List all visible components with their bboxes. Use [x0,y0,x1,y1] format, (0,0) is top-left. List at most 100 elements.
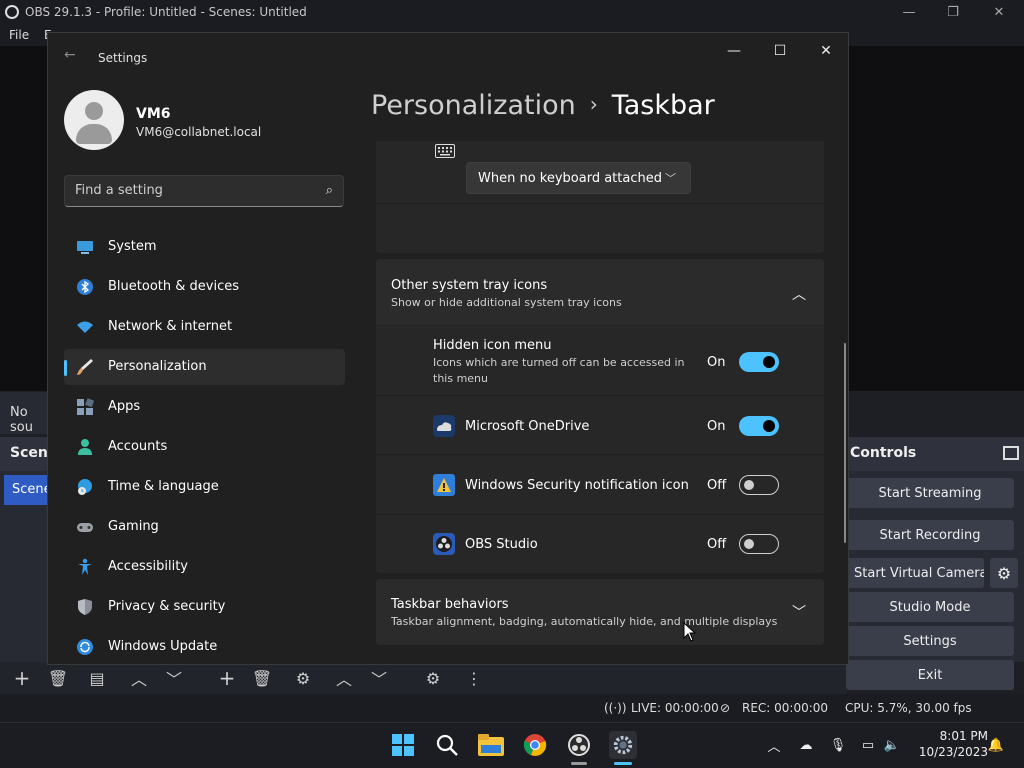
breadcrumb-parent[interactable]: Personalization [371,90,576,121]
nav-item-gaming[interactable]: Gaming [64,509,345,545]
sources-empty-text: No sou [10,405,33,435]
scenes-dock: Scene Scene [0,437,57,662]
windows-security-state: Off [707,478,727,493]
maximize-icon[interactable]: ❐ [930,0,976,24]
user-name: VM6 [136,106,171,122]
file-explorer-icon[interactable] [477,731,505,759]
hidden-icon-menu-toggle[interactable] [739,352,779,372]
mixer-settings-icon[interactable]: ⚙ [420,667,446,689]
add-scene-icon[interactable]: + [9,666,35,690]
live-icon: ((·)) [604,701,627,715]
brush-icon [77,359,93,375]
onedrive-icon [433,415,455,437]
nav-item-network[interactable]: Network & internet [64,309,345,345]
tray-desc: Show or hide additional system tray icon… [391,296,622,309]
source-down-icon[interactable]: ﹀ [366,667,392,689]
close-icon[interactable]: ✕ [976,0,1022,24]
move-down-icon[interactable]: ﹀ [161,667,187,689]
tray-title: Other system tray icons [391,278,548,293]
search-icon[interactable] [433,731,461,759]
breadcrumb-separator: › [589,92,598,116]
start-recording-button[interactable]: Start Recording [846,520,1014,550]
source-up-icon[interactable]: ︿ [331,667,357,689]
hidden-icon-menu-desc: Icons which are turned off can be access… [433,356,685,385]
start-virtual-camera-button[interactable]: Start Virtual Camera [846,558,984,588]
source-properties-icon[interactable]: ⚙ [290,667,316,689]
chevron-up-icon[interactable]: ︿ [764,735,784,755]
search-box[interactable]: ⌕ [64,175,344,207]
add-source-icon[interactable]: + [214,666,240,690]
nav-item-windows-update[interactable]: Windows Update [64,629,345,664]
obs-status-bar: ((·)) LIVE: 00:00:00 ⊘ REC: 00:00:00 CPU… [0,694,1024,722]
hidden-icon-menu-title: Hidden icon menu [433,338,552,353]
nav-item-system[interactable]: System [64,229,345,265]
more-options-icon[interactable]: ⋮ [461,667,487,689]
exit-button[interactable]: Exit [846,660,1014,690]
controls-header: Controls [850,445,917,461]
windows-security-toggle[interactable] [739,475,779,495]
nav-item-personalization[interactable]: Personalization [64,349,345,385]
keyboard-dropdown[interactable]: When no keyboard attached ﹀ [466,162,691,194]
nav-label: Time & language [108,479,219,494]
volume-icon[interactable]: 🔈 [882,735,902,755]
breadcrumb: Personalization › Taskbar [371,90,715,121]
shield-icon [78,599,92,615]
hidden-icon-menu-state: On [707,355,726,370]
obs-taskbar-icon[interactable] [565,731,593,759]
windows-security-title: Windows Security notification icon [465,478,689,493]
nav-label: Accessibility [108,559,188,574]
studio-mode-button[interactable]: Studio Mode [846,592,1014,622]
dock-popout-icon[interactable] [1003,446,1019,460]
settings-close-icon[interactable]: ✕ [803,39,848,63]
obs-studio-toggle[interactable] [739,534,779,554]
scrollbar[interactable] [844,343,846,543]
obs-running-indicator [571,762,587,765]
filters-icon[interactable]: ▤ [84,667,110,689]
apps-icon [77,398,94,415]
taskbar-clock[interactable]: 8:01 PM 10/23/2023 [912,728,988,760]
nav-item-apps[interactable]: Apps [64,389,345,425]
network-icon[interactable]: ▭ [858,735,878,755]
notification-bell-icon[interactable]: 🔔 [986,735,1006,755]
search-input[interactable] [75,183,305,198]
settings-taskbar-icon[interactable] [609,731,637,759]
onedrive-toggle[interactable] [739,416,779,436]
microphone-icon[interactable]: 🎙 [828,735,848,755]
virtual-camera-gear-icon[interactable]: ⚙ [990,558,1018,588]
menu-file[interactable]: File [9,28,29,42]
user-email: VM6@collabnet.local [136,125,262,139]
chevron-up-icon[interactable]: ︿ [792,284,806,304]
remove-source-icon[interactable]: 🗑 [249,667,275,689]
scene-item[interactable]: Scene [4,475,50,505]
start-icon[interactable] [389,731,417,759]
taskbar-behaviors-expander[interactable] [376,579,824,645]
onedrive-state: On [707,419,726,434]
nav-item-accessibility[interactable]: Accessibility [64,549,345,585]
avatar[interactable] [64,90,124,150]
nav-label: Windows Update [108,639,218,654]
search-icon[interactable]: ⌕ [326,183,333,198]
nav-item-bluetooth[interactable]: Bluetooth & devices [64,269,345,305]
start-streaming-button[interactable]: Start Streaming [846,478,1014,508]
settings-minimize-icon[interactable]: — [711,39,757,63]
nav-item-accounts[interactable]: Accounts [64,429,345,465]
back-arrow-icon[interactable]: ← [64,47,76,63]
chrome-icon[interactable] [521,731,549,759]
nav-label: Personalization [108,359,207,374]
nav-item-privacy-security[interactable]: Privacy & security [64,589,345,625]
chevron-down-icon[interactable]: ﹀ [792,602,806,622]
nav-item-time-language[interactable]: Time & language [64,469,345,505]
cpu-status: CPU: 5.7%, 30.00 fps [845,701,972,715]
nav-label: Accounts [108,439,168,454]
nav-label: Apps [108,399,141,414]
settings-button[interactable]: Settings [846,626,1014,656]
remove-scene-icon[interactable]: 🗑 [45,667,71,689]
minimize-icon[interactable]: — [886,0,932,24]
onedrive-tray-icon[interactable]: ☁ [796,735,816,755]
chevron-down-icon: ﹀ [665,172,676,185]
settings-maximize-icon[interactable]: ☐ [757,39,803,63]
monitor-icon [77,241,93,254]
move-up-icon[interactable]: ︿ [126,667,152,689]
clock-date: 10/23/2023 [918,745,988,759]
accessibility-icon [78,558,92,575]
